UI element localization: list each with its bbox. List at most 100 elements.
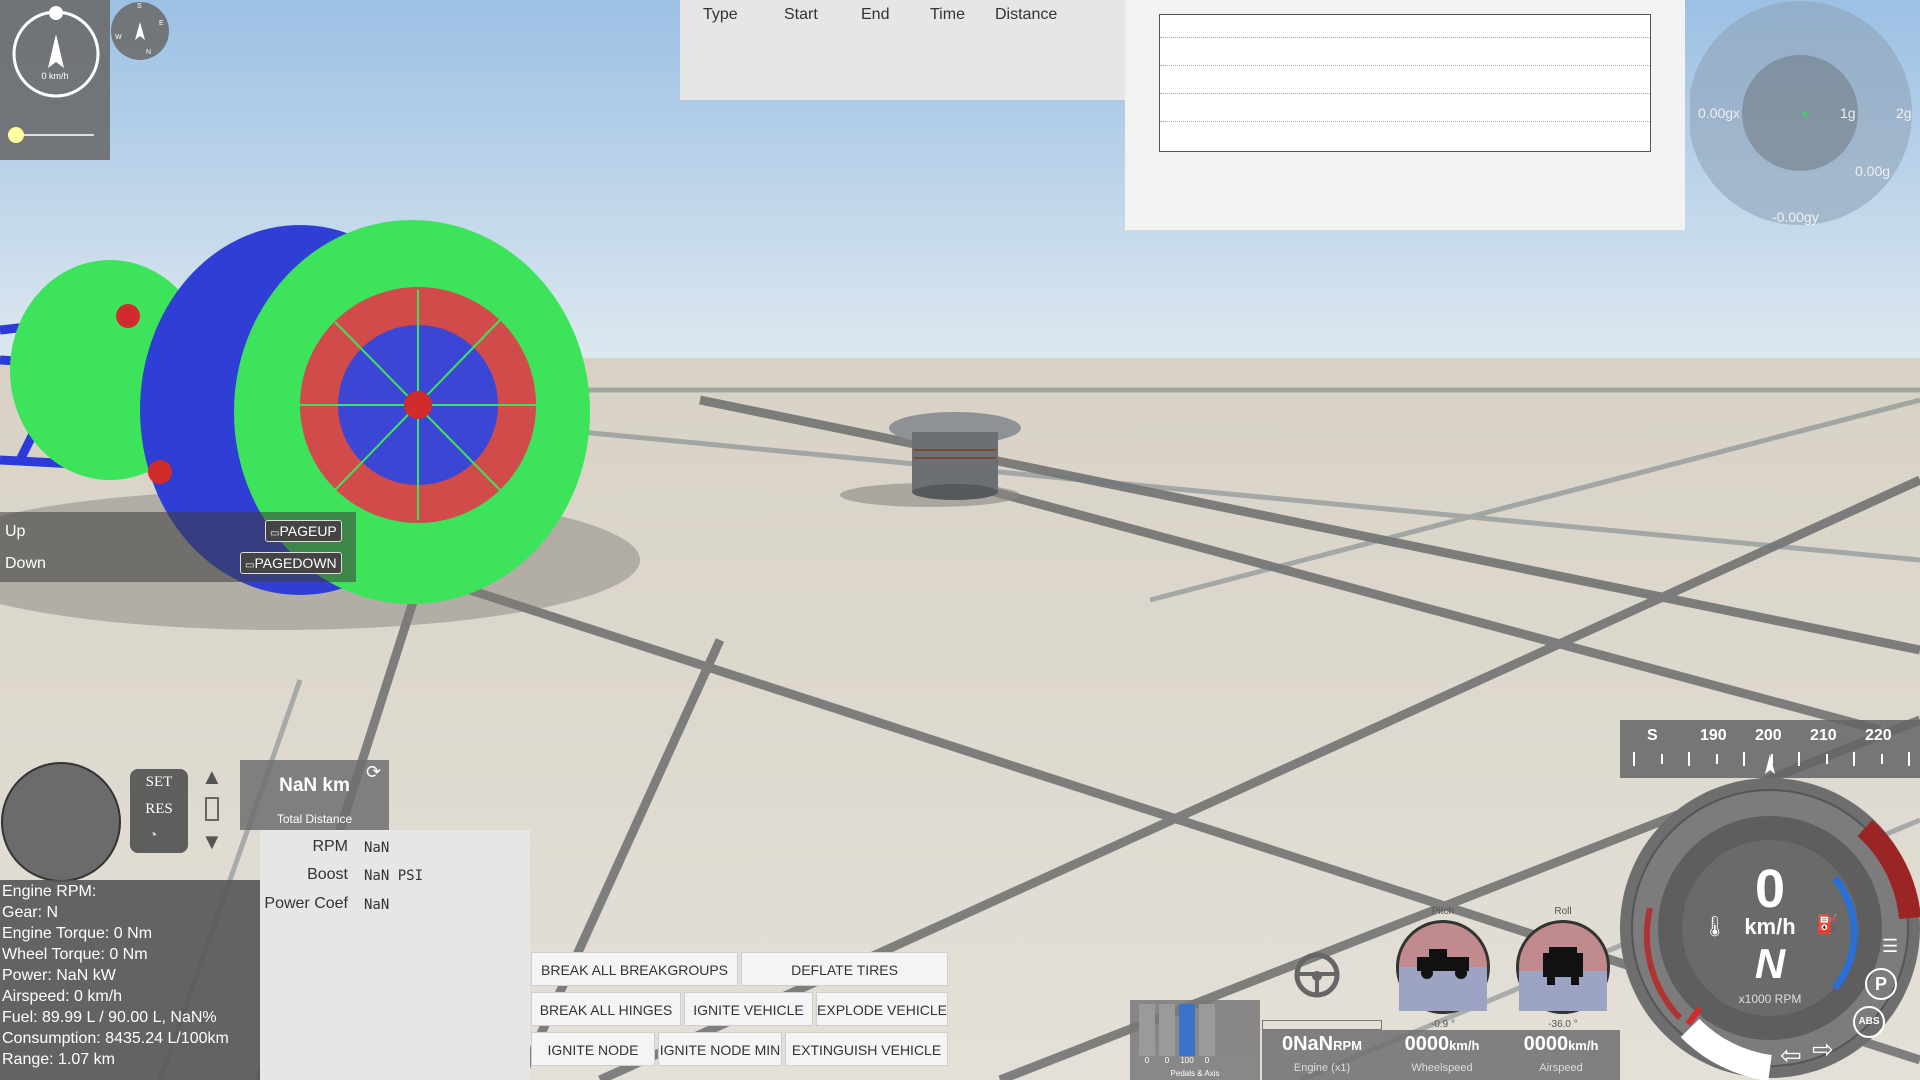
readout-engine-label: Engine (x1): [1293, 1062, 1351, 1074]
mini-compass: S E W N: [111, 2, 169, 60]
heading-tape: S 190 200 210 220: [1620, 720, 1920, 778]
gforce-gx: 0.00gx: [1698, 105, 1741, 121]
headlight-icon: ☰: [1882, 936, 1899, 956]
slider-track[interactable]: [14, 134, 94, 136]
compass-dial: [12, 6, 100, 98]
readout-rpm-value: NaN: [364, 840, 390, 856]
gforce-gy: -0.00gy: [1772, 209, 1819, 225]
break-all-hinges-button[interactable]: BREAK ALL HINGES: [531, 992, 681, 1026]
readout-boost-label: Boost: [307, 866, 348, 883]
slider-thumb[interactable]: [8, 127, 24, 143]
graph-area: [1159, 14, 1651, 152]
info-wheel-torque: Wheel Torque: 0 Nm: [2, 946, 148, 963]
lap-header-type: Type: [703, 6, 738, 23]
readout-powercoef-label: Power Coef: [264, 895, 348, 912]
readout-wheelspeed-value: 0000: [1404, 1033, 1450, 1055]
parking-brake-icon: P: [1865, 968, 1897, 1000]
pedal-value-4: 0: [1204, 1056, 1210, 1065]
readout-boost-value: NaN PSI: [364, 868, 424, 884]
abs-text: ABS: [1858, 1016, 1880, 1027]
lap-header-end: End: [861, 6, 890, 23]
cruise-speed-icon[interactable]: ◔: [148, 827, 158, 845]
pedal-value-1: 0: [1144, 1056, 1150, 1065]
pitch-label: Pitch: [1431, 906, 1455, 917]
extinguish-vehicle-button[interactable]: EXTINGUISH VEHICLE: [785, 1032, 948, 1066]
ignite-node-button[interactable]: IGNITE NODE: [531, 1032, 655, 1066]
info-fuel: Fuel: 89.99 L / 90.00 L, NaN%: [2, 1009, 217, 1026]
lap-header-start: Start: [784, 6, 818, 23]
readout-engine: 0NaNRPM: [1262, 1033, 1382, 1056]
heading-label-190: 190: [1700, 727, 1727, 744]
camera-down-label: Down: [5, 555, 46, 572]
cruise-set-button[interactable]: SET: [130, 774, 188, 791]
pedal-bar-throttle: [1139, 1004, 1155, 1056]
camera-keys-panel: Up ▭PAGEUP Down ▭PAGEDOWN: [0, 512, 356, 582]
readout-engine-unit: RPM: [1333, 1038, 1363, 1053]
cruise-res-button[interactable]: RES: [130, 801, 188, 818]
camera-down-key[interactable]: ▭PAGEDOWN: [240, 552, 342, 574]
roll-gauge: [1516, 920, 1610, 1014]
deflate-tires-button[interactable]: DEFLATE TIRES: [741, 952, 948, 986]
readout-wheelspeed-unit: km/h: [1449, 1038, 1480, 1053]
lap-table: Type Start End Time Distance: [680, 0, 1126, 100]
camera-down-key-text: PAGEDOWN: [254, 555, 337, 571]
info-range: Range: 1.07 km: [2, 1051, 115, 1068]
refresh-icon[interactable]: ⟳: [366, 762, 381, 783]
temperature-icon: 🌡: [1702, 916, 1728, 938]
compass-speed: 0 km/h: [41, 71, 69, 81]
readout-rpm-label: RPM: [312, 838, 348, 855]
cruise-down-icon[interactable]: ▼: [201, 829, 223, 855]
info-airspeed: Airspeed: 0 km/h: [2, 988, 123, 1005]
left-turn-signal-icon: ⇦: [1780, 1040, 1802, 1070]
info-power: Power: NaN kW: [2, 967, 116, 984]
steering-bar: [1262, 1020, 1382, 1030]
info-engine-rpm: Engine RPM:: [2, 883, 97, 900]
gforce-meter: 0.00gx 1g 2g 0.00g -0.00gy: [1690, 0, 1920, 230]
speedo-speed: 0: [1754, 859, 1786, 919]
compass-panel: 0 km/h: [0, 0, 110, 160]
camera-up-label: Up: [5, 523, 26, 540]
speedo-gear: N: [1754, 940, 1786, 987]
roll-label: Roll: [1554, 906, 1572, 917]
heading-label-200: 200: [1755, 727, 1782, 744]
heading-label-210: 210: [1810, 727, 1837, 744]
engine-readout-panel: RPM NaN Boost NaN PSI Power Coef NaN: [260, 830, 530, 1080]
speedometer: 0 km/h N x1000 RPM 🌡 ⛽ ☰ P ABS ⇦ ⇨: [1620, 778, 1920, 1080]
camera-up-key[interactable]: ▭PAGEUP: [265, 520, 342, 542]
lap-header-time: Time: [930, 6, 965, 23]
ignite-vehicle-button[interactable]: IGNITE VEHICLE: [684, 992, 813, 1026]
break-all-breakgroups-button[interactable]: BREAK ALL BREAKGROUPS: [531, 952, 738, 986]
cruise-control: SET RES ◔: [130, 769, 188, 853]
steering-wheel-icon: [1294, 952, 1340, 998]
lap-header-distance: Distance: [995, 6, 1058, 23]
graph-gridline: [1160, 93, 1650, 94]
ignite-node-min-button[interactable]: IGNITE NODE MIN: [658, 1032, 782, 1066]
cruise-up-icon[interactable]: ▲: [201, 764, 223, 790]
explode-vehicle-button[interactable]: EXPLODE VEHICLE: [816, 992, 948, 1026]
pedals-panel: 0 0 100 0 Pedals & Axis: [1130, 1000, 1260, 1080]
readout-engine-value: 0NaN: [1281, 1033, 1334, 1055]
readout-airspeed-value: 0000: [1523, 1033, 1569, 1055]
pedal-bar-parking: [1199, 1004, 1215, 1056]
info-gear: Gear: N: [2, 904, 59, 921]
heading-ticks: [1633, 752, 1910, 774]
digital-readouts: 0NaNRPM Engine (x1) 0000km/h Wheelspeed …: [1262, 1030, 1620, 1080]
readout-airspeed: 0000km/h: [1502, 1033, 1620, 1056]
pitch-value: -0.9 °: [1430, 1019, 1455, 1030]
readout-powercoef-value: NaN: [364, 897, 390, 913]
abs-icon: ABS: [1853, 1006, 1885, 1038]
speedo-rpm-label: x1000 RPM: [1738, 992, 1802, 1006]
readout-airspeed-unit: km/h: [1568, 1038, 1599, 1053]
gforce-1g: 1g: [1840, 105, 1856, 121]
engine-info-panel: Engine RPM: Gear: N Engine Torque: 0 Nm …: [0, 880, 260, 1080]
graph-gridline: [1160, 37, 1650, 38]
pedal-value-3: 100: [1180, 1056, 1194, 1065]
readout-wheelspeed-label: Wheelspeed: [1411, 1062, 1473, 1074]
readout-airspeed-label: Airspeed: [1539, 1062, 1583, 1074]
graph-panel: [1125, 0, 1685, 230]
mini-compass-w: W: [115, 34, 122, 41]
mini-compass-n: N: [146, 49, 152, 56]
fuel-icon: ⛽: [1816, 914, 1839, 934]
graph-gridline: [1160, 121, 1650, 122]
pitch-gauge: [1396, 920, 1490, 1014]
